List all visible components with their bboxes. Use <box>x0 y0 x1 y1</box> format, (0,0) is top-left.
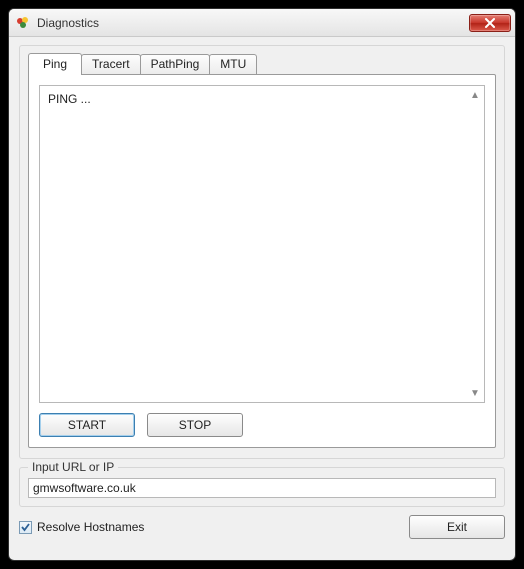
url-input[interactable] <box>28 478 496 498</box>
tab-tracert-label: Tracert <box>92 57 130 71</box>
checkbox-box <box>19 521 32 534</box>
tab-mtu-label: MTU <box>220 57 246 71</box>
close-icon <box>484 18 496 28</box>
resolve-hostnames-label: Resolve Hostnames <box>37 520 144 534</box>
tab-ping[interactable]: Ping <box>28 53 82 75</box>
main-groupbox: Ping Tracert PathPing MTU PING ... ▲ ▼ S… <box>19 45 505 459</box>
client-area: Ping Tracert PathPing MTU PING ... ▲ ▼ S… <box>9 37 515 560</box>
resolve-hostnames-checkbox[interactable]: Resolve Hostnames <box>19 520 144 534</box>
scroll-up-icon[interactable]: ▲ <box>468 88 482 102</box>
tab-body: PING ... ▲ ▼ START STOP <box>28 74 496 448</box>
bottom-row: Resolve Hostnames Exit <box>19 515 505 539</box>
close-button[interactable] <box>469 14 511 32</box>
diagnostics-window: Diagnostics Ping Tracert PathPing MTU PI… <box>8 8 516 561</box>
output-area[interactable]: PING ... ▲ ▼ <box>39 85 485 403</box>
tab-mtu[interactable]: MTU <box>209 54 257 74</box>
tab-pathping-label: PathPing <box>151 57 200 71</box>
app-icon <box>15 15 31 31</box>
scroll-down-icon[interactable]: ▼ <box>468 386 482 400</box>
button-row: START STOP <box>39 413 485 437</box>
start-button-label: START <box>68 418 106 432</box>
tab-tracert[interactable]: Tracert <box>81 54 141 74</box>
exit-button-label: Exit <box>447 520 467 534</box>
titlebar: Diagnostics <box>9 9 515 37</box>
exit-button[interactable]: Exit <box>409 515 505 539</box>
input-groupbox: Input URL or IP <box>19 467 505 507</box>
start-button[interactable]: START <box>39 413 135 437</box>
tab-ping-label: Ping <box>43 57 67 71</box>
stop-button[interactable]: STOP <box>147 413 243 437</box>
tab-pathping[interactable]: PathPing <box>140 54 211 74</box>
stop-button-label: STOP <box>179 418 211 432</box>
input-label: Input URL or IP <box>28 460 118 474</box>
check-icon <box>20 522 31 533</box>
window-title: Diagnostics <box>37 16 469 30</box>
tab-strip: Ping Tracert PathPing MTU <box>28 52 496 74</box>
output-text: PING ... <box>48 92 464 106</box>
